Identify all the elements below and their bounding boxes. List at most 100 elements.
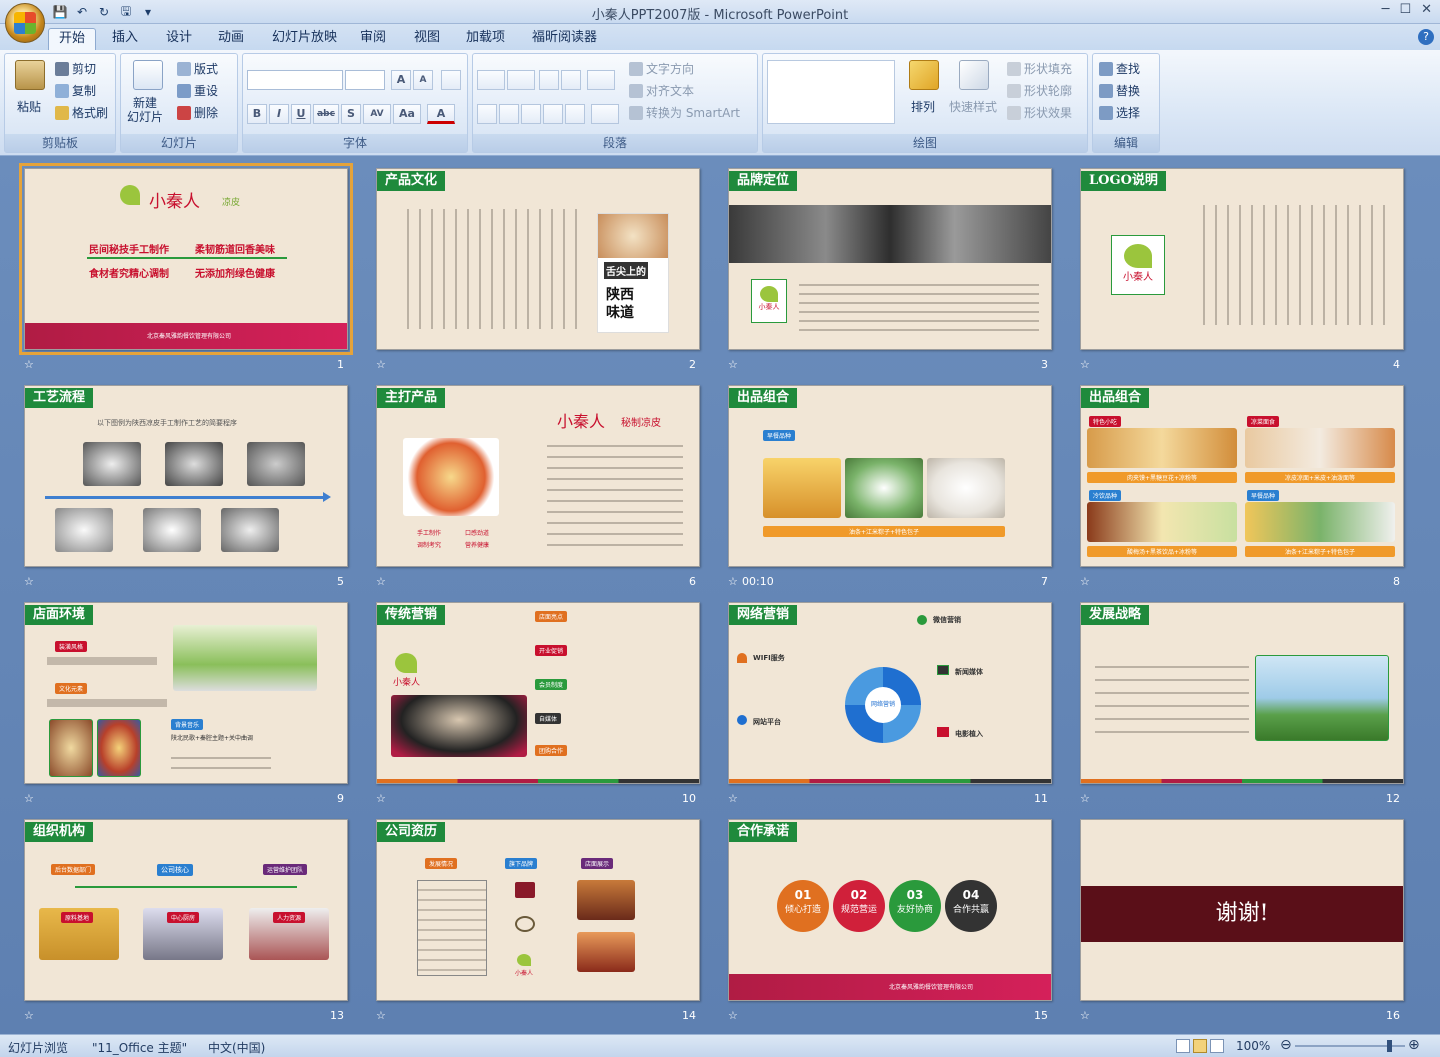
slide-thumbnail-3[interactable]: 品牌定位 小秦人 (728, 168, 1052, 350)
transition-icon[interactable]: ☆ (1080, 358, 1090, 371)
language-indicator[interactable]: 中文(中国) (208, 1039, 265, 1056)
slide-thumbnail-5[interactable]: 工艺流程 以下图例为陕西凉皮手工制作工艺的简要程序 (24, 385, 348, 567)
strikethrough-button[interactable]: abc (313, 104, 339, 124)
slide-thumbnail-4[interactable]: LOGO说明 小秦人 (1080, 168, 1404, 350)
zoom-slider-thumb[interactable] (1387, 1040, 1392, 1052)
slide-thumbnail-15[interactable]: 合作承诺 01 倾心打造 02 规范营运 03 友好协商 04 合作共赢 北京秦风雅韵餐… (728, 819, 1052, 1001)
tab-design[interactable]: 设计 (156, 28, 202, 50)
replace-button[interactable]: 替换 (1099, 82, 1140, 99)
minimize-button[interactable]: ─ (1382, 2, 1390, 17)
slide-thumbnail-1[interactable]: 小秦人 凉皮 民间秘技手工制作 柔韧筋道回香美味 食材者究精心调制 无添加剂绿色… (19, 163, 353, 355)
transition-icon[interactable]: ☆ (376, 358, 386, 371)
change-case-button[interactable]: Aa (393, 104, 421, 124)
tab-insert[interactable]: 插入 (102, 28, 148, 50)
transition-icon[interactable]: ☆ (376, 575, 386, 588)
transition-icon[interactable]: ☆ (24, 575, 34, 588)
shadow-button[interactable]: S (341, 104, 361, 124)
slide-thumbnail-11[interactable]: 网络营销 网络营销 WIFI服务 网站平台 微信营销 新闻媒体 电影植入 (728, 602, 1052, 784)
office-button[interactable] (5, 3, 45, 43)
reset-button[interactable]: 重设 (177, 82, 218, 99)
line-spacing-button[interactable] (587, 70, 615, 90)
new-slide-button[interactable]: 新建 幻灯片 (127, 96, 163, 124)
delete-slide-button[interactable]: 删除 (177, 104, 218, 121)
zoom-in-icon[interactable]: ⊕ (1408, 1037, 1420, 1053)
shapes-gallery[interactable] (767, 60, 895, 124)
theme-indicator[interactable]: "11_Office 主题" (92, 1039, 187, 1056)
text-direction-button[interactable]: 文字方向 (629, 60, 694, 77)
slogan-2a: 食材者究精心调制 (89, 269, 169, 280)
align-center-button[interactable] (499, 104, 519, 124)
align-right-button[interactable] (521, 104, 541, 124)
transition-icon[interactable]: ☆ (728, 575, 738, 588)
clear-format-button[interactable] (441, 70, 461, 90)
tab-addins[interactable]: 加载项 (456, 28, 515, 50)
shape-outline-button[interactable]: 形状轮廓 (1007, 82, 1072, 99)
char-spacing-button[interactable]: AV (363, 104, 391, 124)
slide-thumbnail-2[interactable]: 产品文化 舌尖上的 陕西味道 (376, 168, 700, 350)
slide-thumbnail-16[interactable]: 谢谢! (1080, 819, 1404, 1001)
align-left-button[interactable] (477, 104, 497, 124)
transition-icon[interactable]: ☆ (728, 1009, 738, 1022)
font-size-box[interactable] (345, 70, 385, 90)
transition-icon[interactable]: ☆ (728, 792, 738, 805)
justify-button[interactable] (543, 104, 563, 124)
increase-indent-button[interactable] (561, 70, 581, 90)
select-button[interactable]: 选择 (1099, 104, 1140, 121)
sorter-view-icon[interactable] (1193, 1039, 1207, 1053)
slide-thumbnail-10[interactable]: 传统营销 小秦人 店面亮点 开业促销 会员制度 自媒体 团购合作 (376, 602, 700, 784)
layout-button[interactable]: 版式 (177, 60, 218, 77)
underline-button[interactable]: U (291, 104, 311, 124)
normal-view-icon[interactable] (1176, 1039, 1190, 1053)
smartart-button[interactable]: 转换为 SmartArt (629, 104, 740, 121)
close-button[interactable]: ✕ (1421, 2, 1432, 17)
paste-button[interactable]: 粘贴 (17, 98, 41, 115)
bullets-button[interactable] (477, 70, 505, 90)
transition-icon[interactable]: ☆ (24, 792, 34, 805)
cut-button[interactable]: 剪切 (55, 60, 96, 77)
tab-foxit[interactable]: 福昕阅读器 (522, 28, 607, 50)
format-painter-button[interactable]: 格式刷 (55, 104, 108, 121)
tab-review[interactable]: 审阅 (350, 28, 396, 50)
shrink-font-button[interactable]: A (413, 70, 433, 90)
arrange-button[interactable]: 排列 (911, 98, 935, 115)
font-name-box[interactable] (247, 70, 343, 90)
slide-thumbnail-14[interactable]: 公司资历 发展情况 旗下品牌 店面展示 小秦人 (376, 819, 700, 1001)
transition-icon[interactable]: ☆ (24, 358, 34, 371)
slide-thumbnail-7[interactable]: 出品组合 早餐品种 油条+江米粽子+特色包子 (728, 385, 1052, 567)
tab-slideshow[interactable]: 幻灯片放映 (262, 28, 347, 50)
slide-thumbnail-13[interactable]: 组织机构 后台数据部门 公司核心 运营维护团队 原料基地 中心厨房 人力资源 (24, 819, 348, 1001)
transition-icon[interactable]: ☆ (376, 1009, 386, 1022)
slide-thumbnail-6[interactable]: 主打产品 小秦人 秘制凉皮 手工制作 口感劲道 调制考究 营养健康 (376, 385, 700, 567)
shape-fill-button[interactable]: 形状填充 (1007, 60, 1072, 77)
columns-button[interactable] (591, 104, 619, 124)
tab-animations[interactable]: 动画 (208, 28, 254, 50)
numbering-button[interactable] (507, 70, 535, 90)
slide-thumbnail-12[interactable]: 发展战略 (1080, 602, 1404, 784)
transition-icon[interactable]: ☆ (1080, 1009, 1090, 1022)
transition-icon[interactable]: ☆ (1080, 575, 1090, 588)
help-icon[interactable]: ? (1418, 29, 1434, 45)
find-button[interactable]: 查找 (1099, 60, 1140, 77)
grow-font-button[interactable]: A (391, 70, 411, 90)
zoom-level[interactable]: 100% (1236, 1039, 1270, 1053)
transition-icon[interactable]: ☆ (24, 1009, 34, 1022)
slideshow-view-icon[interactable] (1210, 1039, 1224, 1053)
italic-button[interactable]: I (269, 104, 289, 124)
slide-thumbnail-8[interactable]: 出品组合 特色小吃 肉夹馍+黑糖豆花+凉粉等 凉菜面食 凉皮凉面+米皮+油泼面等… (1080, 385, 1404, 567)
transition-icon[interactable]: ☆ (1080, 792, 1090, 805)
quick-styles-button[interactable]: 快速样式 (949, 98, 997, 115)
bold-button[interactable]: B (247, 104, 267, 124)
shape-effects-button[interactable]: 形状效果 (1007, 104, 1072, 121)
distribute-button[interactable] (565, 104, 585, 124)
tab-view[interactable]: 视图 (404, 28, 450, 50)
align-text-button[interactable]: 对齐文本 (629, 82, 694, 99)
copy-button[interactable]: 复制 (55, 82, 96, 99)
zoom-out-icon[interactable]: ⊖ (1280, 1037, 1292, 1053)
decrease-indent-button[interactable] (539, 70, 559, 90)
maximize-button[interactable]: ☐ (1399, 2, 1411, 17)
transition-icon[interactable]: ☆ (728, 358, 738, 371)
font-color-button[interactable]: A (427, 104, 455, 124)
slide-thumbnail-9[interactable]: 店面环境 装潢风格 文化元素 背景音乐 陕北民歌+秦腔主题+关中曲调 (24, 602, 348, 784)
transition-icon[interactable]: ☆ (376, 792, 386, 805)
tab-home[interactable]: 开始 (48, 28, 97, 50)
